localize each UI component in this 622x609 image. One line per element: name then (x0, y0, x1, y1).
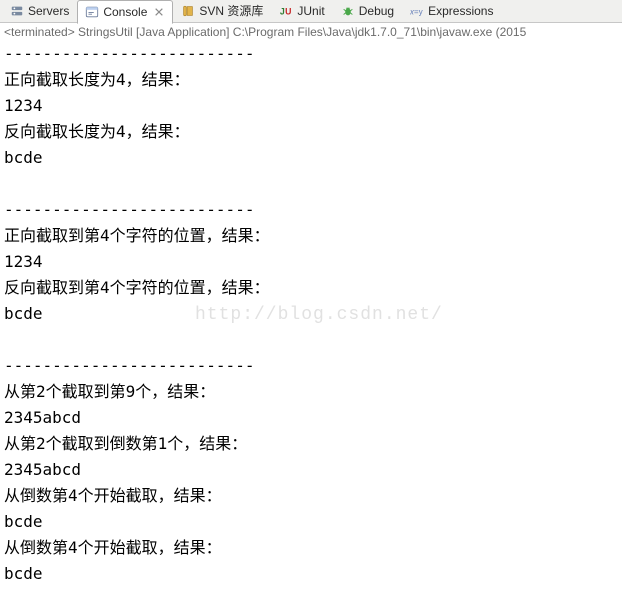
close-icon[interactable] (153, 6, 165, 18)
tab-svn[interactable]: SVN 资源库 (173, 0, 271, 23)
tab-svn-label: SVN 资源库 (199, 0, 263, 22)
console-line: 从第2个截取到倒数第1个，结果： (4, 431, 618, 457)
bug-icon (341, 4, 355, 18)
svg-text:x=: x= (410, 8, 419, 17)
tab-junit-label: JUnit (297, 0, 324, 22)
tab-console[interactable]: Console (77, 0, 173, 24)
svg-text:J: J (280, 7, 285, 17)
console-icon (85, 5, 99, 19)
console-output: --------------------------正向截取长度为4，结果：12… (0, 39, 622, 591)
console-line: bcde (4, 561, 618, 587)
console-line: 2345abcd (4, 457, 618, 483)
tab-console-label: Console (103, 1, 147, 23)
svn-icon (181, 4, 195, 18)
console-line: 1234 (4, 93, 618, 119)
console-line: 正向截取长度为4，结果： (4, 67, 618, 93)
tab-expressions[interactable]: x=y Expressions (402, 0, 501, 23)
console-line: -------------------------- (4, 353, 618, 379)
console-line (4, 171, 618, 197)
console-line: 2345abcd (4, 405, 618, 431)
console-line: -------------------------- (4, 41, 618, 67)
svg-text:y: y (419, 8, 423, 17)
console-line: 反向截取长度为4，结果： (4, 119, 618, 145)
console-line: 从第2个截取到第9个，结果： (4, 379, 618, 405)
tab-junit[interactable]: JU JUnit (271, 0, 332, 23)
tab-debug-label: Debug (359, 0, 394, 22)
tab-servers-label: Servers (28, 0, 69, 22)
terminated-status: <terminated> StringsUtil [Java Applicati… (0, 23, 622, 39)
junit-icon: JU (279, 4, 293, 18)
console-line: bcde (4, 301, 618, 327)
expressions-icon: x=y (410, 4, 424, 18)
console-line: 正向截取到第4个字符的位置，结果： (4, 223, 618, 249)
console-line: bcde (4, 509, 618, 535)
console-line: 反向截取到第4个字符的位置，结果： (4, 275, 618, 301)
tab-debug[interactable]: Debug (333, 0, 402, 23)
console-line: 从倒数第4个开始截取，结果： (4, 535, 618, 561)
console-line: 1234 (4, 249, 618, 275)
view-tab-bar: Servers Console SVN 资源库 JU JUnit Debug x… (0, 0, 622, 23)
tab-servers[interactable]: Servers (2, 0, 77, 23)
console-line: bcde (4, 145, 618, 171)
svg-text:U: U (286, 7, 292, 17)
console-line (4, 327, 618, 353)
console-line: -------------------------- (4, 197, 618, 223)
tab-expressions-label: Expressions (428, 0, 493, 22)
console-line: 从倒数第4个开始截取，结果： (4, 483, 618, 509)
servers-icon (10, 4, 24, 18)
